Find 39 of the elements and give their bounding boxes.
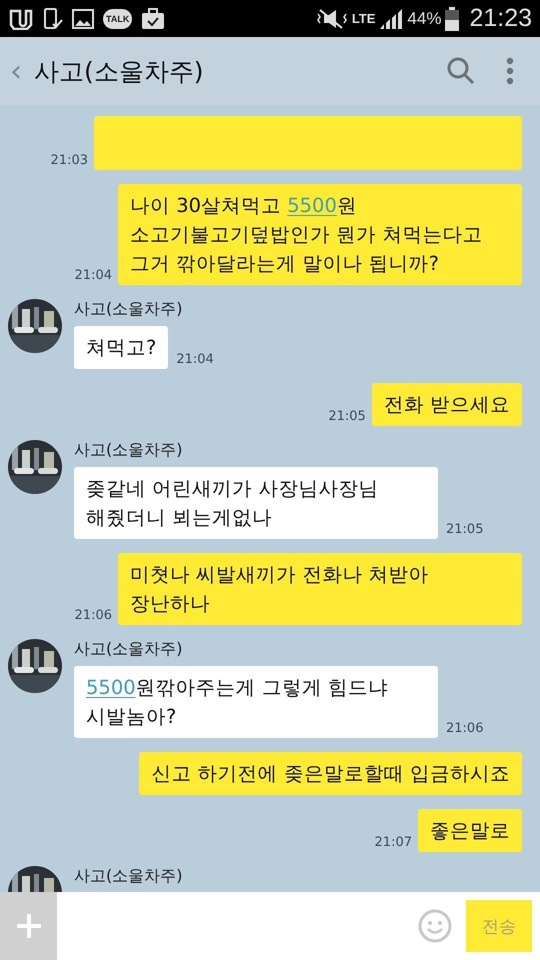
message-time: 21:03 bbox=[50, 153, 88, 170]
more-icon[interactable] bbox=[506, 57, 514, 85]
battery-icon bbox=[445, 6, 460, 30]
mute-icon bbox=[316, 8, 348, 30]
message-time: 21:04 bbox=[176, 352, 214, 369]
message-time: 21:05 bbox=[446, 522, 484, 539]
sent-message: 좋은말로 bbox=[418, 809, 522, 852]
number-link[interactable]: 5500 bbox=[287, 194, 337, 217]
sent-message: 미쳣나 씨발새끼가 전화나 쳐받아 장난하나 bbox=[118, 553, 522, 625]
plus-icon bbox=[16, 913, 42, 939]
clock: 21:23 bbox=[469, 4, 532, 33]
chat-title: 사고(소울차주) bbox=[34, 56, 205, 88]
message-time: 21:06 bbox=[446, 721, 484, 738]
search-icon[interactable] bbox=[446, 56, 476, 86]
briefcase-check-icon bbox=[141, 8, 166, 30]
sent-message: 신고 하기전에 좆은말로할때 입금하시죠 bbox=[139, 752, 522, 795]
image-icon bbox=[72, 8, 94, 28]
back-button[interactable]: ‹ bbox=[6, 54, 26, 88]
emoji-icon[interactable] bbox=[418, 909, 452, 943]
battery-percent: 44% bbox=[407, 8, 442, 28]
sent-message: 나이 30살쳐먹고 5500원 소고기불고기덮밥인가 뭔가 쳐먹는다고 그거 깎아달라는게 말이나 됩니까? bbox=[118, 184, 522, 285]
message-time: 21:04 bbox=[74, 268, 112, 285]
message-time: 21:05 bbox=[328, 409, 366, 426]
sender-name: 사고(소울차주) bbox=[74, 440, 184, 461]
sender-name: 사고(소울차주) bbox=[74, 866, 182, 887]
phone-check-icon bbox=[43, 6, 63, 30]
received-message: 5500원깎아주는게 그렇게 힘드냐 시발놈아? bbox=[74, 666, 438, 738]
message-time: 21:06 bbox=[74, 608, 112, 625]
message-time: 21:07 bbox=[374, 835, 412, 852]
sender-name: 사고(소울차주) bbox=[74, 639, 184, 660]
signal-icon bbox=[379, 8, 404, 30]
sent-message: 전화 받으세요 bbox=[372, 383, 522, 426]
sender-name: 사고(소울차주) bbox=[74, 299, 184, 320]
talk-icon: TALK bbox=[103, 8, 132, 28]
received-message: 좆같네 어린새끼가 사장님사장님 해줬더니 뵈는게없나 bbox=[74, 467, 438, 539]
number-link[interactable]: 5500 bbox=[86, 676, 136, 699]
app-icon bbox=[8, 8, 34, 30]
received-message: 쳐먹고? bbox=[74, 326, 168, 369]
network-label: LTE bbox=[352, 11, 376, 26]
